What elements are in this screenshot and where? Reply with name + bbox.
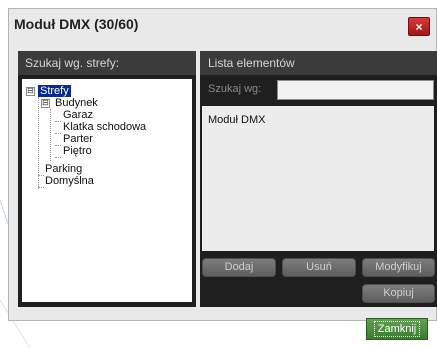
search-label: Szukaj wg: — [208, 83, 262, 95]
list-item[interactable]: Moduł DMX — [208, 114, 265, 126]
tree-connector — [55, 121, 61, 122]
close-dialog-button[interactable]: Zamknij — [366, 318, 428, 340]
tree-item-strefy[interactable]: Strefy — [38, 85, 71, 97]
tree-item-budynek[interactable]: Budynek — [55, 97, 98, 109]
tree-item-pietro[interactable]: Piętro — [63, 145, 92, 157]
copy-button[interactable]: Kopiuj — [362, 284, 435, 303]
zone-panel-header: Szukaj wg. strefy: — [18, 51, 196, 75]
tree-item-parter[interactable]: Parter — [63, 133, 93, 145]
tree-connector — [38, 175, 44, 176]
search-input[interactable] — [277, 80, 434, 100]
collapse-icon[interactable]: ⊟ — [41, 99, 50, 108]
tree-connector — [38, 187, 44, 188]
modify-button[interactable]: Modyfikuj — [362, 258, 435, 277]
x-icon: × — [415, 20, 423, 34]
tree-item-parking[interactable]: Parking — [45, 163, 82, 175]
tree-item-domyslna[interactable]: Domyślna — [45, 175, 94, 187]
tree-connector — [55, 145, 61, 146]
zone-panel: Szukaj wg. strefy: ⊟ Strefy ⊟ Budynek Ga… — [18, 51, 196, 307]
close-button[interactable]: × — [408, 17, 430, 36]
elements-panel: Lista elementów Szukaj wg: Moduł DMX Dod… — [200, 51, 437, 307]
add-button[interactable]: Dodaj — [202, 258, 276, 277]
tree-item-klatka-schodowa[interactable]: Klatka schodowa — [63, 121, 146, 133]
dialog-title: Moduł DMX (30/60) — [14, 16, 139, 32]
elements-list[interactable]: Moduł DMX — [202, 106, 434, 251]
remove-button[interactable]: Usuń — [282, 258, 356, 277]
tree-item-garaz[interactable]: Garaz — [63, 109, 93, 121]
tree-connector — [50, 109, 51, 161]
tree-connector — [55, 157, 61, 158]
zone-tree[interactable]: ⊟ Strefy ⊟ Budynek Garaz Klatka schodowa… — [22, 79, 192, 302]
close-dialog-label: Zamknij — [373, 321, 421, 337]
collapse-icon[interactable]: ⊟ — [26, 87, 35, 96]
tree-connector — [55, 133, 61, 134]
elements-panel-header: Lista elementów — [200, 51, 437, 75]
tree-item-label: Strefy — [38, 85, 71, 97]
